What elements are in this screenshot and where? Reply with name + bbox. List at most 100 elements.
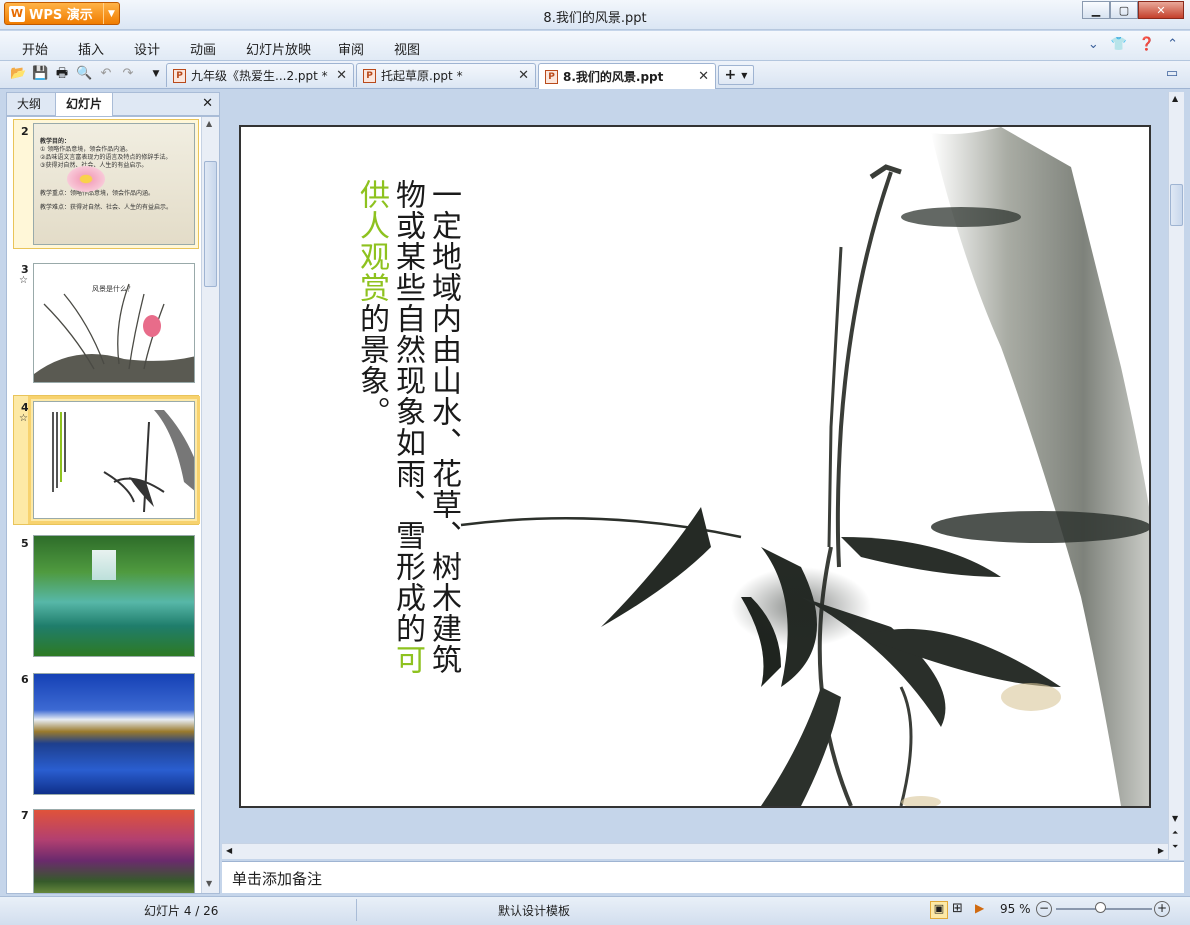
next-slide-icon[interactable]: ⏷ [1172, 842, 1178, 852]
slide-text-highlight: 供人观赏 [354, 179, 389, 303]
slide-horizontal-scrollbar[interactable]: ◀ ▶ [222, 843, 1168, 859]
redo-icon[interactable]: ↷ [120, 66, 136, 82]
help-icon[interactable]: ❓ [1139, 37, 1155, 52]
slide-sorter-icon[interactable]: ⊞ [952, 901, 963, 916]
tab-label: 九年级《热爱生...2.ppt * [191, 69, 328, 83]
notes-pane[interactable]: 单击添加备注 [222, 861, 1184, 893]
collapse-ribbon-icon[interactable]: ⌄ [1088, 37, 1099, 52]
zoom-slider-thumb[interactable] [1095, 902, 1106, 913]
chevron-down-icon: ▼ [741, 70, 748, 80]
ppt-file-icon: P [173, 68, 186, 83]
slide-text: 的景象。 [354, 303, 389, 427]
tab-document-1[interactable]: P 九年级《热爱生...2.ppt * ✕ [166, 63, 354, 87]
panel-scrollbar[interactable]: ▲ ▼ [201, 117, 219, 893]
previous-slide-icon[interactable]: ⏶ [1172, 828, 1178, 838]
slide-thumbnail-4[interactable] [28, 396, 200, 524]
menu-bar: 开始 插入 设计 动画 幻灯片放映 审阅 视图 ⌄ 👕 ❓ ⌃ [0, 31, 1190, 61]
plus-icon: + [724, 67, 737, 83]
print-preview-icon[interactable]: 🔍 [76, 66, 92, 82]
animation-star-icon: ☆ [19, 413, 28, 424]
tab-document-3[interactable]: P 8.我们的风景.ppt ✕ [538, 63, 716, 89]
tab-label: 8.我们的风景.ppt [563, 70, 664, 84]
save-icon[interactable]: 💾 [32, 66, 48, 82]
ppt-file-icon: P [545, 69, 558, 84]
undo-icon[interactable]: ↶ [98, 66, 114, 82]
slide-text-column-3: 供人观赏的景象。 [353, 179, 389, 427]
zoom-level: 95 % [1000, 902, 1031, 916]
scroll-down-icon[interactable]: ▼ [1172, 814, 1178, 823]
slide-thumbnail-5[interactable] [33, 535, 195, 657]
toolbar-dropdown-icon[interactable]: ▼ [148, 66, 164, 82]
scroll-up-icon[interactable]: ▲ [206, 119, 212, 128]
bamboo-painting-image [52, 410, 194, 513]
slide-number: 6 [21, 673, 29, 686]
slide-thumbnail-2[interactable]: 教学目的： ① 领略作品意境，领会作品内涵。 ②品味语文言富表现力的语言及特点的… [33, 123, 195, 245]
thumb-text: ②品味语文言富表现力的语言及特点的修辞手法。 [40, 154, 172, 161]
waterfall-image [92, 550, 116, 580]
menu-review[interactable]: 审阅 [338, 39, 364, 58]
maximize-button[interactable]: ▢ [1110, 1, 1138, 19]
scrollbar-thumb[interactable] [1170, 184, 1183, 226]
menu-slideshow[interactable]: 幻灯片放映 [246, 39, 311, 58]
close-tab-icon[interactable]: ✕ [518, 68, 529, 83]
tab-label: 托起草原.ppt * [381, 69, 463, 83]
slideshow-icon[interactable]: ▶ [975, 901, 984, 915]
document-tab-bar: 📂 💾 🖶 🔍 ↶ ↷ ▼ P 九年级《热爱生...2.ppt * ✕ P 托起… [0, 61, 1190, 89]
slide-number: 7 [21, 809, 29, 822]
menu-home[interactable]: 开始 [22, 39, 48, 58]
close-panel-icon[interactable]: ✕ [202, 96, 213, 111]
template-name: 默认设计模板 [498, 904, 571, 918]
slide-thumbnail-7[interactable] [33, 809, 195, 893]
window-controls: ▁ ▢ ✕ [1082, 1, 1184, 19]
dock-icon[interactable]: ⌃ [1167, 37, 1178, 52]
skin-icon[interactable]: 👕 [1111, 37, 1127, 52]
menu-insert[interactable]: 插入 [78, 39, 104, 58]
animation-star-icon: ☆ [19, 275, 28, 286]
scroll-left-icon[interactable]: ◀ [226, 846, 232, 855]
slide-text-column-2: 物或某些自然现象如雨、雪形成的可 [389, 179, 425, 675]
thumb-text: ③获得对自然、社会、人生的有益启示。 [40, 162, 188, 170]
window-layout-icon[interactable]: ▭ [1164, 66, 1180, 82]
print-icon[interactable]: 🖶 [54, 66, 70, 82]
menu-view[interactable]: 视图 [394, 39, 420, 58]
tab-slides[interactable]: 幻灯片 [55, 93, 114, 116]
window-title: 8.我们的风景.ppt [543, 11, 647, 26]
notes-placeholder: 单击添加备注 [232, 870, 323, 888]
close-tab-icon[interactable]: ✕ [698, 69, 709, 84]
thumb-text: 教学难点：获得对自然、社会、人生的有益启示。 [40, 204, 173, 211]
slide-text-column-1: 一定地域内由山水、花草、树木建筑 [426, 179, 461, 675]
menu-animation[interactable]: 动画 [190, 39, 216, 58]
slide-vertical-scrollbar[interactable]: ▲ ▼ ⏶ ⏷ [1168, 92, 1184, 860]
menu-design[interactable]: 设计 [134, 39, 160, 58]
status-divider [356, 899, 357, 921]
close-tab-icon[interactable]: ✕ [336, 68, 347, 83]
status-bar: 幻灯片 4 / 26 默认设计模板 ▣ ⊞ ▶ 95 % − + [0, 896, 1190, 925]
zoom-in-icon[interactable]: + [1154, 901, 1170, 917]
open-icon[interactable]: 📂 [10, 66, 26, 82]
minimize-button[interactable]: ▁ [1082, 1, 1110, 19]
slide-canvas[interactable]: 一定地域内由山水、花草、树木建筑 物或某些自然现象如雨、雪形成的可 供人观赏的景… [239, 125, 1151, 808]
slide-text-highlight: 可 [390, 644, 425, 675]
slide-text: 物或某些自然现象如雨、雪形成的 [390, 179, 425, 644]
scroll-up-icon[interactable]: ▲ [1172, 94, 1178, 103]
zoom-out-icon[interactable]: − [1036, 901, 1052, 917]
thumb-text: 教学重点：领略作品意境，领会作品内涵。 [40, 190, 155, 197]
slide-thumbnail-panel: 2 教学目的： ① 领略作品意境，领会作品内涵。 ②品味语文言富表现力的语言及特… [6, 116, 220, 894]
panel-tabs: 大纲 幻灯片 ✕ [6, 92, 220, 116]
slide-thumbnail-3[interactable]: 风景是什么？ [33, 263, 195, 383]
close-button[interactable]: ✕ [1138, 1, 1184, 19]
thumb-text: ① 领略作品意境，领会作品内涵。 [40, 146, 132, 153]
slide-number: 2 [21, 125, 29, 138]
flower-image [40, 164, 188, 194]
normal-view-icon[interactable]: ▣ [930, 901, 948, 919]
slide-number: 5 [21, 537, 29, 550]
scrollbar-thumb[interactable] [204, 161, 217, 287]
new-tab-button[interactable]: + ▼ [718, 65, 754, 85]
scroll-down-icon[interactable]: ▼ [206, 879, 212, 888]
ink-painting-image [34, 283, 194, 382]
slide-thumbnail-6[interactable] [33, 673, 195, 795]
tab-outline[interactable]: 大纲 [7, 93, 51, 116]
scroll-right-icon[interactable]: ▶ [1158, 846, 1164, 855]
tab-document-2[interactable]: P 托起草原.ppt * ✕ [356, 63, 536, 87]
ppt-file-icon: P [363, 68, 376, 83]
